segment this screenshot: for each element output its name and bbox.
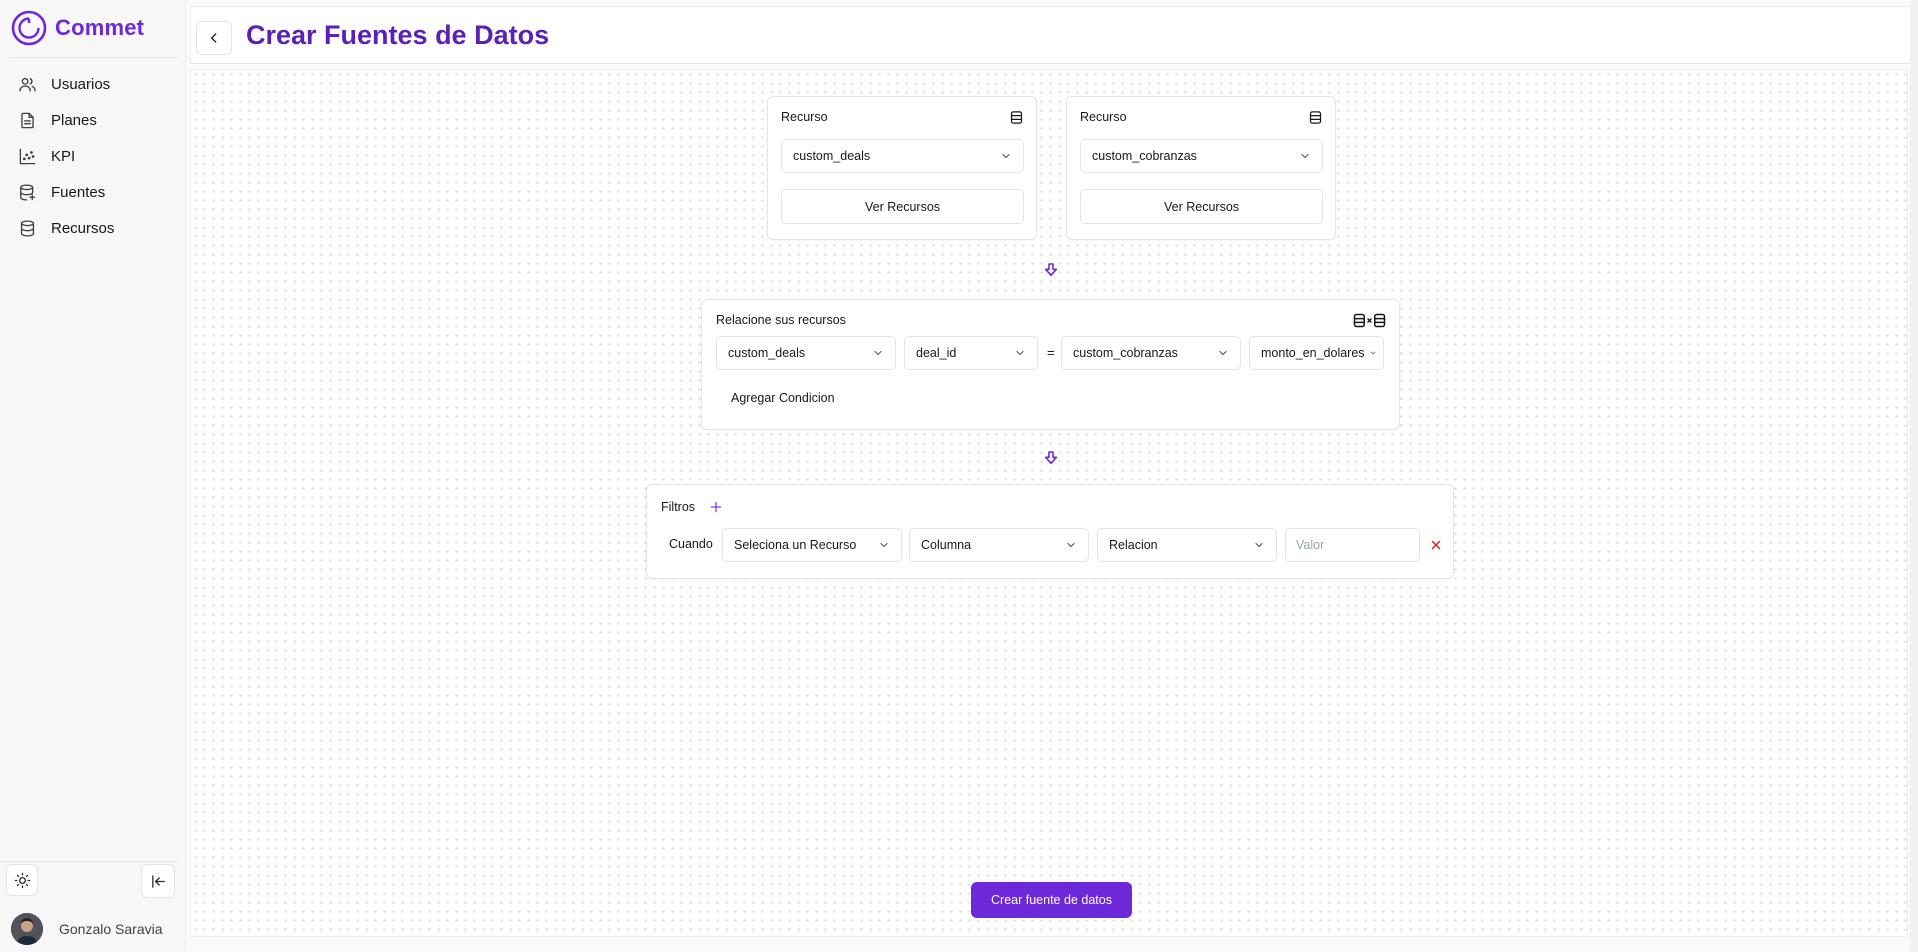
left-column-value: deal_id bbox=[916, 346, 957, 360]
right-column-value: monto_en_dolares bbox=[1261, 346, 1365, 360]
sidebar-item-fuentes[interactable]: Fuentes bbox=[10, 174, 178, 210]
chevron-down-icon bbox=[1370, 351, 1376, 355]
page-header: Crear Fuentes de Datos bbox=[190, 6, 1912, 64]
resource-card-title: Recurso bbox=[1080, 110, 1127, 124]
resource-card-title: Recurso bbox=[781, 110, 828, 124]
create-datasource-button[interactable]: Crear fuente de datos bbox=[971, 882, 1132, 918]
arrow-down-icon bbox=[1044, 451, 1058, 465]
sidebar-item-kpi[interactable]: KPI bbox=[10, 138, 178, 174]
app-root: Commet Usuarios Planes KPI Fuentes Recur… bbox=[0, 0, 1918, 952]
filter-column-value: Columna bbox=[921, 538, 972, 552]
remove-filter-icon[interactable] bbox=[1429, 538, 1443, 552]
brand[interactable]: Commet bbox=[11, 10, 144, 46]
sidebar-divider bbox=[10, 57, 177, 58]
filters-title: Filtros bbox=[661, 500, 696, 514]
sidebar-item-label: Fuentes bbox=[51, 183, 106, 201]
filters-card: Filtros Cuando Seleciona un Recurso Colu… bbox=[646, 484, 1454, 579]
filter-relation-select[interactable]: Relacion bbox=[1097, 528, 1277, 562]
ver-recursos-button[interactable]: Ver Recursos bbox=[781, 189, 1024, 224]
sidebar-item-label: Planes bbox=[51, 111, 97, 129]
chevron-down-icon bbox=[874, 350, 882, 356]
flow-canvas: Recurso custom_deals Ver Recursos Recurs… bbox=[190, 69, 1908, 937]
right-resource-value: custom_cobranzas bbox=[1073, 346, 1178, 360]
avatar bbox=[11, 913, 43, 945]
resource-card-1: Recurso custom_deals Ver Recursos bbox=[767, 96, 1037, 240]
resource-select[interactable]: custom_cobranzas bbox=[1080, 139, 1323, 173]
filter-column-select[interactable]: Columna bbox=[909, 528, 1089, 562]
scatter-chart-icon bbox=[19, 148, 36, 164]
page-scrollbar[interactable] bbox=[1910, 0, 1918, 952]
commet-logo-icon bbox=[11, 10, 47, 46]
filter-resource-select[interactable]: Seleciona un Recurso bbox=[722, 528, 902, 562]
chevron-down-icon bbox=[1219, 350, 1227, 356]
sidebar-bottom-divider bbox=[0, 861, 177, 862]
right-resource-select[interactable]: custom_cobranzas bbox=[1061, 336, 1241, 370]
page-title: Crear Fuentes de Datos bbox=[246, 20, 550, 50]
sidebar-item-recursos[interactable]: Recursos bbox=[10, 210, 178, 246]
sidebar-item-label: KPI bbox=[51, 147, 76, 165]
user-name: Gonzalo Saravia bbox=[59, 921, 163, 937]
database-icon bbox=[1309, 111, 1322, 124]
filter-relation-value: Relacion bbox=[1109, 538, 1158, 552]
collapse-left-icon bbox=[151, 874, 165, 888]
sun-icon bbox=[14, 872, 30, 888]
sidebar-item-usuarios[interactable]: Usuarios bbox=[10, 66, 178, 102]
chevron-down-icon bbox=[1301, 153, 1309, 159]
file-text-icon bbox=[21, 112, 34, 128]
sidebar-nav: Usuarios Planes KPI Fuentes Recursos bbox=[10, 66, 178, 246]
chevron-down-icon bbox=[1016, 350, 1024, 356]
add-condition-button[interactable]: Agregar Condicion bbox=[731, 391, 835, 405]
ver-recursos-button[interactable]: Ver Recursos bbox=[1080, 189, 1323, 224]
relation-card-title: Relacione sus recursos bbox=[716, 313, 846, 327]
chevron-down-icon bbox=[880, 542, 888, 548]
back-button[interactable] bbox=[196, 21, 232, 55]
database-plus-icon bbox=[20, 183, 36, 201]
sidebar-item-label: Recursos bbox=[51, 219, 115, 237]
chevron-down-icon bbox=[1002, 153, 1010, 159]
when-label: Cuando bbox=[669, 537, 713, 551]
sidebar: Commet Usuarios Planes KPI Fuentes Recur… bbox=[0, 0, 186, 952]
database-join-icon bbox=[1353, 313, 1386, 328]
users-icon bbox=[19, 77, 36, 92]
right-column-select[interactable]: monto_en_dolares bbox=[1249, 336, 1384, 370]
avatar-icon bbox=[11, 913, 43, 945]
sidebar-item-label: Usuarios bbox=[51, 75, 111, 93]
sidebar-item-planes[interactable]: Planes bbox=[10, 102, 178, 138]
brand-name: Commet bbox=[55, 15, 145, 40]
chevron-down-icon bbox=[1255, 542, 1263, 548]
user-profile[interactable]: Gonzalo Saravia bbox=[11, 913, 163, 945]
left-column-select[interactable]: deal_id bbox=[904, 336, 1038, 370]
add-filter-icon[interactable] bbox=[709, 500, 723, 514]
chevron-left-icon bbox=[211, 33, 217, 43]
resource-select-value: custom_cobranzas bbox=[1092, 149, 1197, 163]
chevron-down-icon bbox=[1067, 542, 1075, 548]
equals-operator: = bbox=[1047, 345, 1055, 360]
arrow-down-icon bbox=[1044, 263, 1058, 277]
left-resource-value: custom_deals bbox=[728, 346, 806, 360]
resource-card-2: Recurso custom_cobranzas Ver Recursos bbox=[1066, 96, 1336, 240]
database-icon bbox=[20, 219, 35, 237]
database-icon bbox=[1010, 111, 1023, 124]
collapse-sidebar-button[interactable] bbox=[141, 864, 175, 898]
left-resource-select[interactable]: custom_deals bbox=[716, 336, 896, 370]
filter-resource-value: Seleciona un Recurso bbox=[734, 538, 857, 552]
theme-toggle-button[interactable] bbox=[6, 864, 38, 896]
relation-card: Relacione sus recursos custom_deals deal… bbox=[701, 299, 1400, 430]
resource-select-value: custom_deals bbox=[793, 149, 871, 163]
filter-value-input[interactable] bbox=[1285, 528, 1420, 562]
resource-select[interactable]: custom_deals bbox=[781, 139, 1024, 173]
